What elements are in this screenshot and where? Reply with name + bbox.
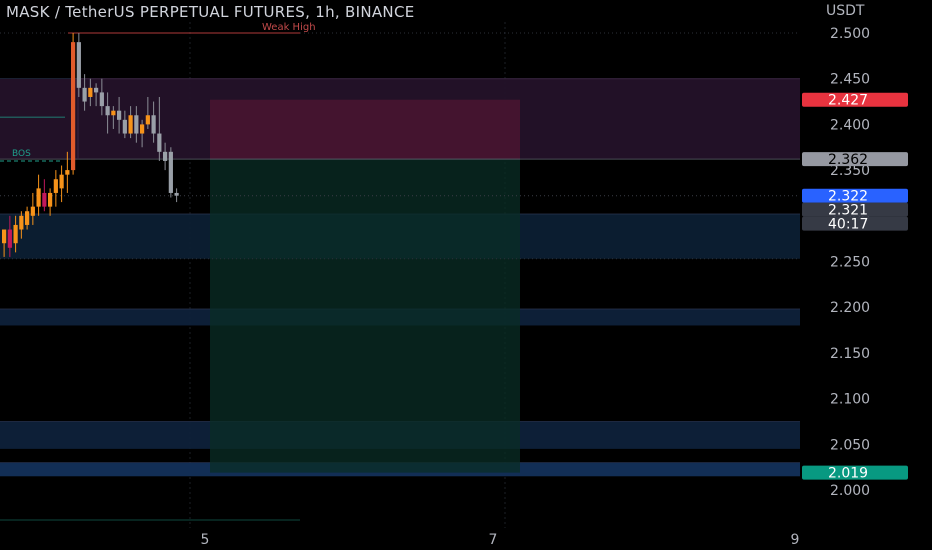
candle-body [140, 124, 145, 134]
y-tick-label: 2.000 [830, 483, 870, 499]
take-profit-zone [210, 159, 520, 473]
candle-body [13, 224, 18, 244]
candle-body [117, 110, 122, 120]
price-chart[interactable]: Weak HighBOS2.5002.4502.4002.3502.3002.2… [0, 0, 932, 550]
y-tick-label: 2.500 [830, 26, 870, 42]
y-tick-label: 2.150 [830, 346, 870, 362]
x-tick-label: 5 [201, 532, 210, 548]
candle-body [25, 211, 30, 225]
candle-body [163, 151, 168, 161]
candle-body [19, 215, 24, 230]
weak-high-label: Weak High [262, 22, 316, 33]
price-label: 2.362 [828, 152, 868, 168]
candle-body [94, 87, 99, 93]
candle-body [36, 188, 41, 207]
candle-body [111, 110, 116, 116]
x-tick-label: 9 [791, 532, 800, 548]
candle-body [122, 119, 127, 134]
candle-body [42, 192, 47, 207]
price-label: 40:17 [828, 217, 868, 233]
candle-body [30, 206, 35, 216]
candle-body [7, 229, 12, 248]
price-label: 2.427 [828, 93, 868, 109]
candle-body [65, 170, 70, 175]
candle-body [157, 133, 162, 152]
y-tick-label: 2.250 [830, 255, 870, 271]
currency-label: USDT [826, 3, 865, 19]
candle-body [99, 92, 104, 107]
bos-label: BOS [12, 149, 31, 159]
candle-body [134, 115, 139, 134]
candle-body [88, 87, 93, 97]
y-tick-label: 2.450 [830, 72, 870, 88]
candle-body [59, 174, 64, 189]
candle-body [48, 192, 53, 207]
candle-body [1, 229, 7, 244]
y-tick-label: 2.050 [830, 437, 870, 453]
chart-title: MASK / TetherUS PERPETUAL FUTURES, 1h, B… [6, 3, 415, 21]
candle-body [82, 87, 87, 102]
candle-body [105, 106, 110, 116]
y-tick-label: 2.200 [830, 300, 870, 316]
y-tick-label: 2.100 [830, 392, 870, 408]
candle-body [151, 115, 156, 134]
price-label: 2.019 [828, 466, 868, 482]
stop-loss-zone [210, 99, 520, 160]
candle-body [174, 192, 179, 196]
candle-body [71, 42, 76, 171]
candle-body [53, 179, 58, 193]
candle-body [76, 42, 81, 88]
candle-body [145, 115, 150, 125]
candle-body [168, 151, 173, 193]
candle-body [128, 115, 133, 134]
x-tick-label: 7 [489, 532, 498, 548]
y-tick-label: 2.400 [830, 117, 870, 133]
